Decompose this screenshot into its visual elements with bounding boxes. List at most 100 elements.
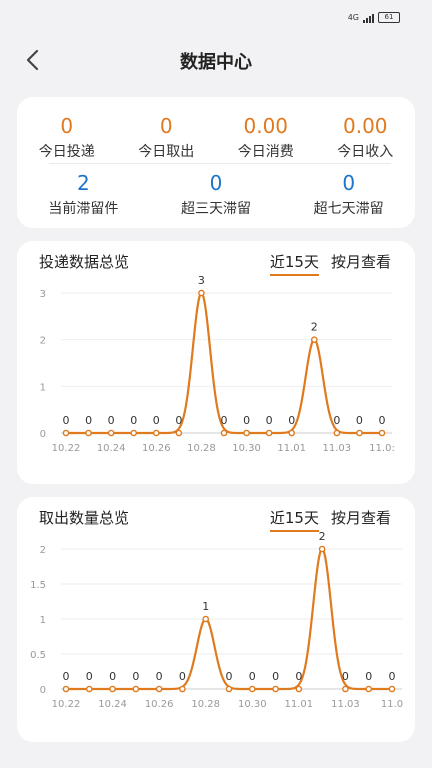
y-tick-label: 2	[40, 545, 46, 556]
battery-level: 61	[384, 13, 394, 21]
data-label: 0	[295, 670, 302, 683]
signal-icon	[363, 13, 374, 23]
tab-recent-15-days[interactable]: 近15天	[269, 251, 320, 276]
x-tick-label: 11.0	[381, 699, 403, 710]
x-tick-label: 10.28	[191, 699, 220, 710]
data-label: 0	[379, 414, 386, 427]
delivery-chart-card: 0 1 2 3 10.22 10.24 10.26 10.28 10.30 11.01 11.03 1…	[17, 241, 415, 484]
data-point[interactable]	[62, 685, 70, 693]
stat-label: 超七天滞留	[313, 201, 384, 217]
stat-value: 0	[209, 171, 223, 195]
x-tick-label: 11.01	[285, 699, 314, 710]
data-point[interactable]	[378, 429, 386, 437]
data-point[interactable]	[333, 429, 341, 437]
data-point[interactable]	[342, 685, 349, 693]
data-label: 0	[243, 414, 250, 427]
data-point[interactable]	[356, 429, 363, 437]
data-point[interactable]	[220, 429, 228, 437]
data-label: 0	[175, 414, 182, 427]
stat-value: 2	[76, 171, 90, 195]
x-tick-label: 10.22	[52, 699, 81, 710]
y-tick-label: 2	[40, 336, 46, 347]
data-label: 2	[311, 321, 318, 334]
data-label: 0	[288, 414, 295, 427]
tab-recent-15-days[interactable]: 近15天	[269, 507, 320, 532]
x-tick-label: 11.0:	[369, 443, 395, 454]
stat-today-income[interactable]: 0.00 今日收入	[316, 114, 416, 161]
data-point[interactable]	[365, 685, 373, 693]
chart-title: 投递数据总览	[39, 253, 130, 271]
data-label: 0	[153, 414, 160, 427]
delivery-line-chart: 0 1 2 3 10.22 10.24 10.26 10.28 10.30 11.01 11.03 1…	[40, 274, 395, 454]
series-line	[66, 291, 382, 435]
stat-today-picked-up[interactable]: 0 今日取出	[117, 114, 217, 161]
x-tick-label: 11.03	[331, 699, 360, 710]
data-point[interactable]	[243, 429, 250, 437]
tab-by-month[interactable]: 按月查看	[331, 251, 391, 272]
x-tick-label: 10.28	[187, 443, 216, 454]
y-tick-label: 1.5	[30, 580, 46, 591]
stats-row-today: 0 今日投递 0 今日取出 0.00 今日消费 0.00 今日收入	[17, 114, 415, 161]
y-tick-label: 1	[40, 615, 46, 626]
y-tick-label: 3	[40, 289, 46, 300]
data-point[interactable]	[198, 289, 205, 297]
data-point[interactable]	[179, 685, 186, 693]
data-point[interactable]	[248, 685, 256, 693]
data-point[interactable]	[152, 429, 160, 437]
x-tick-label: 10.22	[52, 443, 81, 454]
y-tick-label: 0	[40, 429, 46, 440]
data-label: 0	[108, 414, 115, 427]
data-point[interactable]	[85, 685, 93, 693]
y-tick-label: 0	[40, 685, 46, 696]
stats-card: 0 今日投递 0 今日取出 0.00 今日消费 0.00 今日收入 2 当前滞留…	[17, 97, 415, 228]
x-tick-label: 10.24	[98, 699, 127, 710]
data-label: 0	[226, 670, 233, 683]
page-header: 数据中心	[0, 38, 432, 82]
data-label: 3	[198, 274, 205, 287]
data-label: 0	[109, 670, 116, 683]
stat-today-delivered[interactable]: 0 今日投递	[17, 114, 117, 161]
stat-retained-over-7-days[interactable]: 0 超七天滞留	[282, 171, 415, 218]
data-point[interactable]	[295, 685, 303, 693]
data-label: 0	[389, 670, 396, 683]
data-point[interactable]	[272, 685, 279, 693]
data-label: 0	[130, 414, 137, 427]
data-point[interactable]	[85, 429, 92, 437]
network-label: 4G	[347, 13, 359, 22]
x-tick-label: 10.24	[97, 443, 126, 454]
data-point[interactable]	[132, 685, 140, 693]
x-tick-label: 10.30	[238, 699, 267, 710]
data-point[interactable]	[225, 685, 233, 693]
stat-current-retained[interactable]: 2 当前滞留件	[17, 171, 150, 218]
data-point[interactable]	[388, 685, 396, 693]
data-label: 0	[365, 670, 372, 683]
stat-value: 0	[60, 114, 74, 138]
data-label: 0	[179, 670, 186, 683]
stat-value: 0	[159, 114, 173, 138]
data-point[interactable]	[107, 429, 115, 437]
data-label: 0	[249, 670, 256, 683]
data-point[interactable]	[202, 615, 210, 623]
data-point[interactable]	[109, 685, 116, 693]
stat-today-spending[interactable]: 0.00 今日消费	[216, 114, 316, 161]
data-point[interactable]	[130, 429, 138, 437]
stat-label: 今日消费	[237, 144, 294, 160]
data-label: 2	[319, 530, 326, 543]
data-point[interactable]	[288, 429, 296, 437]
status-icons: 4G 61	[348, 12, 400, 23]
x-tick-label: 11.01	[277, 443, 306, 454]
data-point[interactable]	[310, 336, 318, 343]
data-label: 0	[272, 670, 279, 683]
data-point[interactable]	[155, 685, 163, 693]
data-label: 0	[156, 670, 163, 683]
data-label: 1	[202, 600, 209, 613]
stat-label: 今日取出	[138, 144, 195, 160]
data-point[interactable]	[318, 545, 326, 553]
data-point[interactable]	[265, 429, 273, 437]
data-label: 0	[221, 414, 228, 427]
data-point[interactable]	[62, 429, 70, 437]
stat-retained-over-3-days[interactable]: 0 超三天滞留	[150, 171, 283, 218]
delivery-range-tabs: 近15天 按月查看	[269, 251, 391, 276]
data-point[interactable]	[175, 429, 183, 437]
tab-by-month[interactable]: 按月查看	[331, 507, 391, 528]
